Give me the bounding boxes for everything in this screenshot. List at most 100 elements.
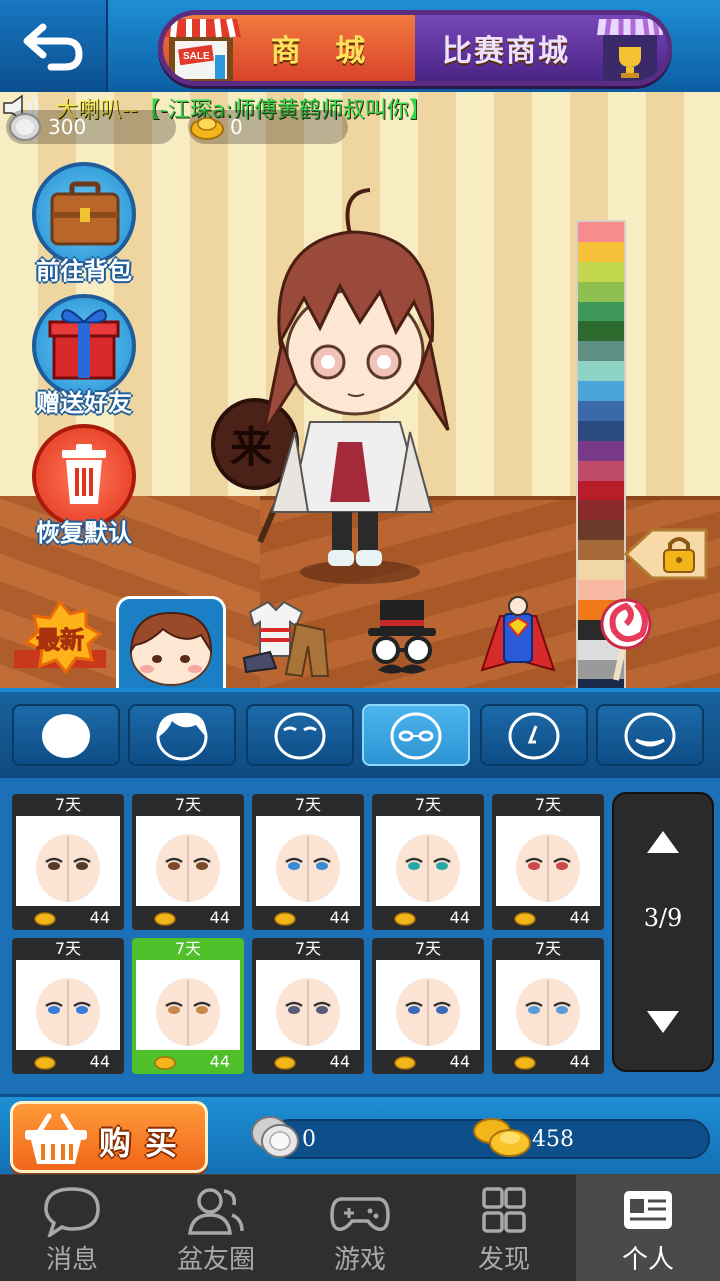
color-swatch[interactable]: [578, 361, 624, 382]
category-props[interactable]: [584, 596, 692, 688]
item-price: 44: [569, 908, 590, 927]
category-clothes[interactable]: [240, 596, 348, 688]
friends-icon: [188, 1188, 244, 1235]
item-card[interactable]: 7天 44: [132, 794, 244, 930]
page-up-button[interactable]: [614, 794, 712, 890]
category-face[interactable]: [116, 596, 226, 690]
item-price: 44: [329, 908, 350, 927]
bottom-navigation: 消息 盆友圈 游戏 发现 个人: [0, 1174, 720, 1281]
go-to-backpack-button[interactable]: 前往背包: [26, 162, 142, 286]
eyebrows-icon: [274, 712, 326, 760]
shop-button[interactable]: SALE 商 城: [163, 15, 415, 81]
nav-profile[interactable]: 个人: [576, 1175, 720, 1281]
item-preview: [256, 960, 360, 1050]
item-price: 44: [209, 1052, 230, 1071]
item-card[interactable]: 7天 44: [12, 794, 124, 930]
silver-coins-icon: [251, 1116, 299, 1158]
item-preview: [496, 816, 600, 906]
item-card[interactable]: 7天 44: [12, 938, 124, 1074]
eyes-icon: [390, 712, 442, 760]
color-swatch[interactable]: [578, 222, 624, 242]
back-button[interactable]: [0, 0, 108, 92]
head-shape-icon: [42, 714, 90, 758]
nav-games[interactable]: 游戏: [288, 1175, 432, 1281]
nav-games-label: 游戏: [333, 1245, 386, 1275]
buy-button[interactable]: 购买: [10, 1101, 208, 1173]
item-price-row: 44: [12, 1050, 124, 1074]
item-duration: 7天: [174, 939, 202, 958]
color-swatch[interactable]: [578, 341, 624, 362]
color-swatch[interactable]: [578, 401, 624, 421]
item-price-row: 44: [132, 906, 244, 930]
category-new[interactable]: 最新: [8, 596, 116, 688]
subtab-hair[interactable]: [128, 704, 236, 766]
subtab-eyebrows[interactable]: [246, 704, 354, 766]
sale-store-icon: SALE: [163, 18, 241, 81]
item-duration: 7天: [294, 795, 322, 814]
silver-coin-icon: [9, 113, 41, 141]
svg-text:SALE: SALE: [183, 51, 210, 62]
category-costume[interactable]: [478, 596, 586, 688]
item-card[interactable]: 7天 44: [372, 938, 484, 1074]
color-swatch[interactable]: [578, 560, 624, 581]
color-swatch[interactable]: [578, 420, 624, 441]
color-swatch[interactable]: [578, 301, 624, 322]
trophy-store-icon: [597, 18, 663, 81]
nav-friends-label: 盆友圈: [176, 1245, 255, 1275]
eyes-preview-icon: [156, 834, 220, 902]
id-card-icon: [624, 1191, 672, 1229]
nav-friends[interactable]: 盆友圈: [144, 1175, 288, 1281]
item-card[interactable]: 7天 44: [132, 938, 244, 1074]
item-card[interactable]: 7天 44: [492, 938, 604, 1074]
page-down-button[interactable]: [614, 974, 712, 1070]
nav-discover[interactable]: 发现: [432, 1175, 576, 1281]
item-preview: [496, 960, 600, 1050]
new-badge-icon: 最新: [14, 599, 106, 675]
item-card[interactable]: 7天 44: [252, 938, 364, 1074]
item-preview: [376, 816, 480, 906]
color-swatch[interactable]: [578, 381, 624, 402]
item-card[interactable]: 7天 44: [492, 794, 604, 930]
gold-ingot-icon: [34, 1056, 56, 1070]
subtab-nose[interactable]: [480, 704, 588, 766]
item-price: 44: [209, 908, 230, 927]
subtab-head-shape[interactable]: [12, 704, 120, 766]
gold-ingot-icon: [274, 1056, 296, 1070]
item-card[interactable]: 7天 44: [252, 794, 364, 930]
subtab-eyes[interactable]: [362, 704, 470, 766]
item-card[interactable]: 7天 44: [372, 794, 484, 930]
item-preview: [16, 960, 120, 1050]
gold-ingot-icon: [514, 1056, 536, 1070]
eyes-preview-icon: [396, 978, 460, 1046]
lock-icon[interactable]: [624, 526, 708, 582]
subtab-mouth[interactable]: [596, 704, 704, 766]
item-price-row: 44: [132, 1050, 244, 1074]
gold-ingot-icon: [394, 912, 416, 926]
gift-friend-button[interactable]: 赠送好友: [26, 294, 142, 418]
item-preview: [136, 960, 240, 1050]
color-swatch[interactable]: [578, 500, 624, 521]
item-duration: 7天: [534, 939, 562, 958]
color-swatch[interactable]: [578, 281, 624, 302]
color-swatch[interactable]: [578, 520, 624, 541]
color-swatch[interactable]: [578, 440, 624, 461]
nav-discover-label: 发现: [477, 1245, 530, 1275]
nose-icon: [508, 712, 560, 760]
match-shop-button[interactable]: 比赛商城: [415, 15, 667, 81]
item-price-row: 44: [252, 1050, 364, 1074]
color-swatch[interactable]: [578, 480, 624, 501]
nav-messages[interactable]: 消息: [0, 1175, 144, 1281]
color-swatch[interactable]: [578, 241, 624, 262]
gold-ingots-icon: [473, 1118, 531, 1157]
color-swatch[interactable]: [578, 540, 624, 561]
gift-icon: [48, 309, 120, 380]
category-tabs: 最新: [0, 596, 720, 690]
color-swatch[interactable]: [578, 261, 624, 282]
color-swatch[interactable]: [578, 460, 624, 481]
eyes-preview-icon: [276, 978, 340, 1046]
category-accessories[interactable]: [362, 596, 470, 688]
restore-default-button[interactable]: 恢复默认: [26, 424, 142, 548]
costume-icon: [480, 596, 556, 672]
color-swatch[interactable]: [578, 321, 624, 342]
item-price-row: 44: [12, 906, 124, 930]
